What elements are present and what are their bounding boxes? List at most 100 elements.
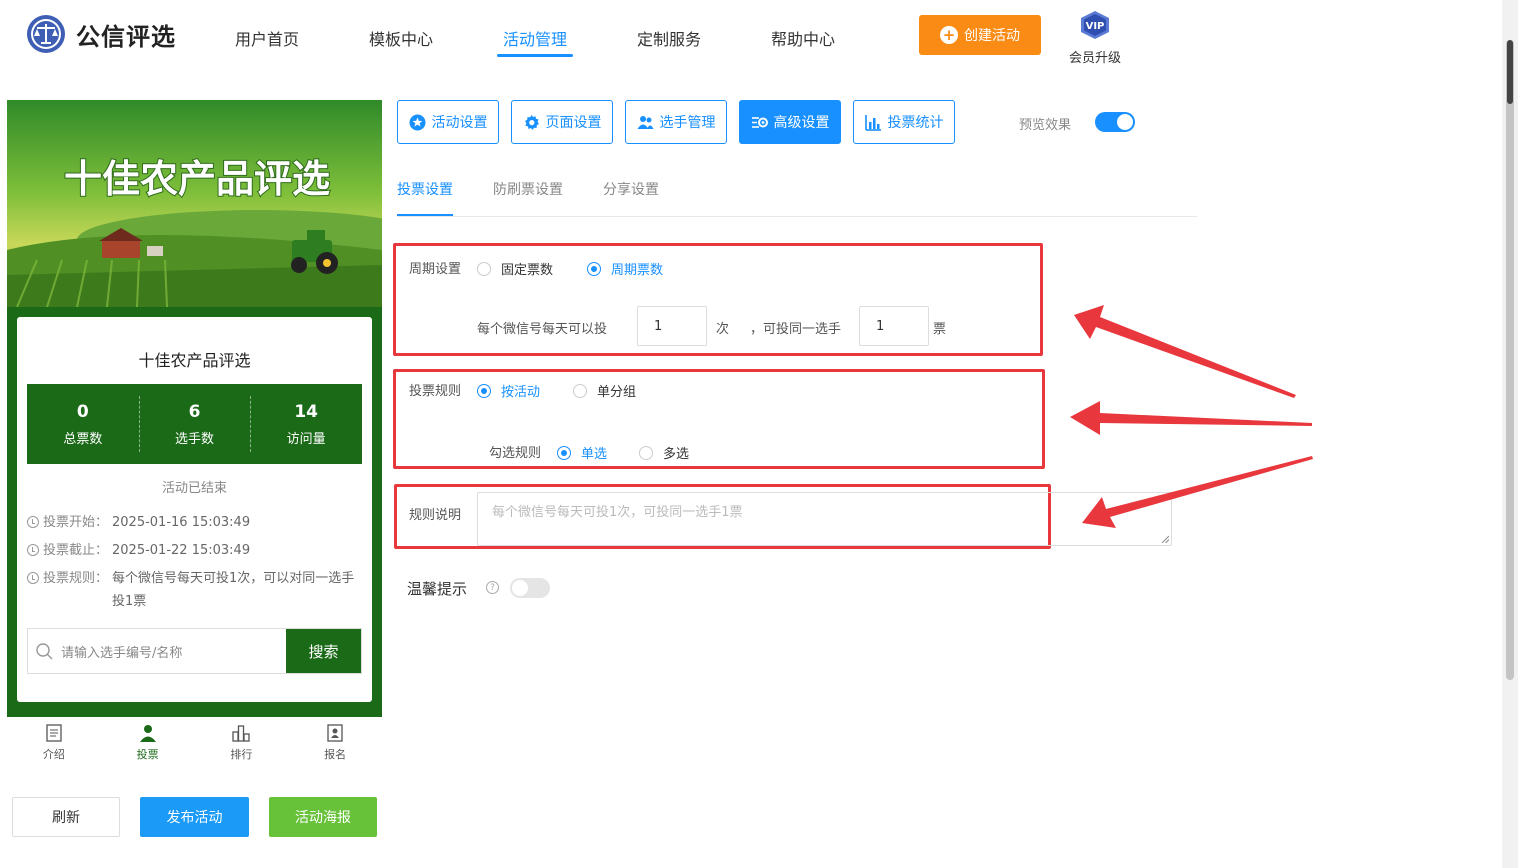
daily-times-input[interactable]: 1 <box>637 306 707 346</box>
id-card-icon <box>327 723 343 742</box>
radio-by-activity[interactable]: 按活动 <box>477 381 540 400</box>
mobile-preview: 十佳农产品评选 十佳农产品评选 0 总票数 6 选手数 14 访问量 活动已结束… <box>7 100 382 717</box>
tabbar-label: 排行 <box>230 747 253 761</box>
tabbar-vote[interactable]: 投票 <box>101 717 195 767</box>
arrow-to-rule <box>1070 401 1312 435</box>
warm-tip-toggle[interactable] <box>510 578 550 598</box>
nav-template-center[interactable]: 模板中心 <box>369 26 433 50</box>
stat-label: 选手数 <box>175 431 215 447</box>
document-icon <box>46 723 62 742</box>
create-activity-button[interactable]: + 创建活动 <box>919 15 1041 55</box>
info-label: 投票开始： <box>43 515 109 530</box>
contestant-search: 请输入选手编号/名称 搜索 <box>27 628 362 674</box>
ranking-icon <box>232 724 251 742</box>
nav-custom-service[interactable]: 定制服务 <box>637 26 701 50</box>
arrow-to-description <box>1082 456 1313 528</box>
textarea-placeholder: 每个微信号每天可投1次，可投同一选手1票 <box>492 505 743 520</box>
info-label: 投票规则： <box>43 571 109 586</box>
tab-anti-fraud-settings[interactable]: 防刷票设置 <box>493 179 563 199</box>
search-icon <box>36 642 53 659</box>
vip-badge-text: VIP <box>1086 21 1105 32</box>
vip-badge-icon: VIP <box>1081 11 1109 39</box>
radio-single-select[interactable]: 单选 <box>557 443 607 462</box>
brand-name: 公信评选 <box>76 22 176 51</box>
nav-help-center[interactable]: 帮助中心 <box>771 26 835 50</box>
publish-activity-button[interactable]: 发布活动 <box>140 797 249 837</box>
refresh-button[interactable]: 刷新 <box>12 797 120 837</box>
tab-share-settings[interactable]: 分享设置 <box>603 179 659 199</box>
nav-active-indicator <box>497 54 573 57</box>
tabbar-signup[interactable]: 报名 <box>288 717 382 767</box>
info-value: 2025-01-16 15:03:49 <box>112 515 251 530</box>
info-vote-start: 投票开始： 2025-01-16 15:03:49 <box>27 511 357 534</box>
vip-upgrade-button[interactable]: VIP 会员升级 <box>1066 10 1124 66</box>
subtab-divider <box>397 216 1197 217</box>
radio-label: 单选 <box>581 447 608 462</box>
radio-label: 周期票数 <box>611 263 664 278</box>
button-label: 投票统计 <box>887 115 944 131</box>
tabbar-ranking[interactable]: 排行 <box>195 717 289 767</box>
info-label: 投票截止： <box>43 543 109 558</box>
search-input[interactable]: 请输入选手编号/名称 <box>28 629 286 673</box>
same-contestant-votes-input[interactable]: 1 <box>859 306 929 346</box>
activity-card: 十佳农产品评选 0 总票数 6 选手数 14 访问量 活动已结束 投票开始： 2… <box>17 317 372 702</box>
plus-circle-icon: + <box>940 26 958 44</box>
warm-tip-label: 温馨提示 <box>407 580 468 598</box>
activity-settings-button[interactable]: 活动设置 <box>397 100 499 144</box>
radio-fixed-votes[interactable]: 固定票数 <box>477 259 553 278</box>
mobile-tabbar: 介绍 投票 排行 报名 <box>7 717 382 767</box>
scales-logo-icon <box>27 15 65 53</box>
page-settings-button[interactable]: 页面设置 <box>511 100 613 144</box>
resize-handle-icon[interactable] <box>1161 535 1169 543</box>
tabbar-label: 报名 <box>324 747 347 761</box>
scrollbar-thumb-active[interactable] <box>1507 40 1513 104</box>
advanced-settings-button[interactable]: 高级设置 <box>739 100 841 144</box>
radio-dot <box>587 261 601 276</box>
radio-single-group[interactable]: 单分组 <box>573 381 636 400</box>
radio-label: 单分组 <box>597 385 637 400</box>
stat-value: 6 <box>188 401 201 422</box>
nav-user-home[interactable]: 用户首页 <box>235 26 299 50</box>
info-vote-end: 投票截止： 2025-01-22 15:03:49 <box>27 539 357 562</box>
scrollbar-thumb[interactable] <box>1506 40 1514 680</box>
radio-multi-select[interactable]: 多选 <box>639 443 689 462</box>
activity-poster-button[interactable]: 活动海报 <box>269 797 377 837</box>
votes-unit: 票 <box>933 322 947 337</box>
stat-contestants: 6 选手数 <box>138 384 251 464</box>
stat-visits: 14 访问量 <box>250 384 362 464</box>
create-activity-label: 创建活动 <box>964 28 1020 44</box>
button-label: 活动设置 <box>431 115 488 131</box>
nav-activity-management[interactable]: 活动管理 <box>503 26 567 50</box>
radio-cycle-votes[interactable]: 周期票数 <box>587 259 663 278</box>
radio-dot <box>639 445 653 460</box>
activity-status: 活动已结束 <box>161 481 227 496</box>
contestant-management-button[interactable]: 选手管理 <box>625 100 727 144</box>
page-scrollbar[interactable] <box>1502 0 1518 868</box>
rule-description-label: 规则说明 <box>409 508 462 523</box>
star-circle-icon <box>409 114 425 130</box>
radio-dot <box>557 445 571 460</box>
cycle-sentence-middle: ，可投同一选手 <box>750 322 842 337</box>
toggle-knob <box>512 580 528 596</box>
users-icon <box>637 115 653 129</box>
activity-title: 十佳农产品评选 <box>138 351 251 370</box>
banner-title: 十佳农产品评选 <box>64 156 330 201</box>
stat-value: 0 <box>76 401 89 422</box>
tab-vote-settings[interactable]: 投票设置 <box>397 179 453 199</box>
brand-logo[interactable]: 公信评选 <box>26 14 176 54</box>
info-value: 2025-01-22 15:03:49 <box>112 543 251 558</box>
button-label: 页面设置 <box>545 115 602 131</box>
arrow-to-cycle <box>1074 305 1296 398</box>
vote-statistics-button[interactable]: 投票统计 <box>853 100 955 144</box>
tabbar-label: 投票 <box>136 747 159 761</box>
clock-icon <box>27 544 39 556</box>
preview-effect-toggle[interactable] <box>1095 112 1135 132</box>
info-circle-icon <box>27 572 39 584</box>
question-icon[interactable]: ? <box>486 581 499 594</box>
search-button[interactable]: 搜索 <box>286 629 361 673</box>
cycle-settings-label: 周期设置 <box>409 262 462 277</box>
radio-dot <box>477 261 491 276</box>
tabbar-intro[interactable]: 介绍 <box>7 717 101 767</box>
bar-chart-icon <box>864 114 881 131</box>
preview-effect-label: 预览效果 <box>1019 118 1072 133</box>
